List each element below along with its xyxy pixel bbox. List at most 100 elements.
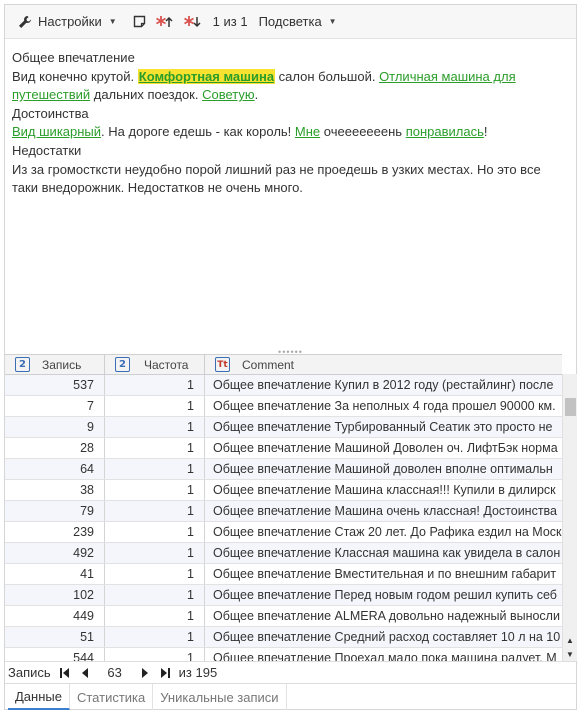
column-header-comment[interactable]: Tt Comment bbox=[205, 355, 562, 374]
paragraph: Из за громостксти неудобно порой лишний … bbox=[12, 161, 541, 196]
scroll-up-icon[interactable]: ▲ bbox=[566, 636, 574, 645]
table-row[interactable]: 449 1 Общее впечатление ALMERA довольно на… bbox=[5, 606, 562, 627]
record-id-cell[interactable]: 9 bbox=[5, 417, 105, 437]
frequency-cell[interactable]: 1 bbox=[105, 417, 205, 437]
current-record[interactable]: 63 bbox=[95, 665, 135, 680]
frequency-cell[interactable]: 1 bbox=[105, 480, 205, 500]
table-row[interactable]: 79 1 Общее впечатление Машина очень классн… bbox=[5, 501, 562, 522]
grid-body: 537 1 Общее впечатление Купил в 2012 году … bbox=[5, 375, 562, 661]
frequency-cell[interactable]: 1 bbox=[105, 522, 205, 542]
column-header-frequency[interactable]: 2 Частота bbox=[105, 355, 205, 374]
tab-statistics[interactable]: Статистика bbox=[70, 684, 154, 710]
table-row[interactable]: 7 1 Общее впечатление За неполных 4 года п… bbox=[5, 396, 562, 417]
column-header-label: Comment bbox=[242, 357, 295, 372]
text-span: . bbox=[254, 87, 259, 103]
section-heading: Достоинства bbox=[12, 105, 89, 121]
frequency-cell[interactable]: 1 bbox=[105, 543, 205, 563]
record-total: из 195 bbox=[178, 665, 218, 680]
first-page-icon[interactable] bbox=[55, 667, 75, 678]
frequency-cell[interactable]: 1 bbox=[105, 459, 205, 479]
frequency-cell[interactable]: 1 bbox=[105, 585, 205, 605]
comment-cell[interactable]: Общее впечатление Стаж 20 лет. До Рафика… bbox=[205, 522, 562, 542]
frequency-cell[interactable]: 1 bbox=[105, 375, 205, 395]
tab-data[interactable]: Данные bbox=[8, 684, 70, 710]
text-span: Вид конечно крутой. bbox=[12, 68, 138, 84]
comment-cell[interactable]: Общее впечатление Машина очень классная!… bbox=[205, 501, 562, 521]
table-row[interactable]: 492 1 Общее впечатление Классная машина ка… bbox=[5, 543, 562, 564]
comment-cell[interactable]: Общее впечатление Средний расход составл… bbox=[205, 627, 562, 647]
tab-unique-records[interactable]: Уникальные записи bbox=[153, 684, 287, 710]
text-span: ! bbox=[483, 124, 488, 140]
prev-highlight-button[interactable] bbox=[151, 10, 179, 34]
frequency-cell[interactable]: 1 bbox=[105, 627, 205, 647]
vertical-scrollbar[interactable]: ▲ ▼ bbox=[562, 374, 577, 661]
comment-cell[interactable]: Общее впечатление Проехал мало пока маши… bbox=[205, 648, 562, 661]
wrench-icon bbox=[18, 15, 32, 29]
next-highlight-button[interactable] bbox=[179, 10, 207, 34]
chevron-down-icon: ▼ bbox=[108, 17, 117, 26]
text-span: дальних поездок. bbox=[90, 87, 203, 103]
comment-cell[interactable]: Общее впечатление Купил в 2012 году (рес… bbox=[205, 375, 562, 395]
record-id-cell[interactable]: 79 bbox=[5, 501, 105, 521]
record-id-cell[interactable]: 492 bbox=[5, 543, 105, 563]
frequency-cell[interactable]: 1 bbox=[105, 648, 205, 661]
table-row[interactable]: 64 1 Общее впечатление Машиной доволен впо… bbox=[5, 459, 562, 480]
record-id-cell[interactable]: 41 bbox=[5, 564, 105, 584]
table-row[interactable]: 28 1 Общее впечатление Машиной Доволен оч.… bbox=[5, 438, 562, 459]
record-id-cell[interactable]: 102 bbox=[5, 585, 105, 605]
next-page-icon[interactable] bbox=[135, 667, 155, 678]
comment-cell[interactable]: Общее впечатление Машиной Доволен оч. Ли… bbox=[205, 438, 562, 458]
record-id-cell[interactable]: 449 bbox=[5, 606, 105, 626]
record-id-cell[interactable]: 537 bbox=[5, 375, 105, 395]
prev-page-icon[interactable] bbox=[75, 667, 95, 678]
main-window: Настройки ▼ 1 из 1 Подсветка ▼ Общее впе… bbox=[4, 4, 577, 710]
settings-button[interactable]: Настройки ▼ bbox=[13, 10, 122, 34]
comment-cell[interactable]: Общее впечатление ALMERA довольно надежн… bbox=[205, 606, 562, 626]
frequency-cell[interactable]: 1 bbox=[105, 606, 205, 626]
highlight-dropdown[interactable]: Подсветка ▼ bbox=[254, 10, 342, 34]
column-header-record[interactable]: 2 Запись bbox=[5, 355, 105, 374]
highlight-link[interactable]: Советую bbox=[202, 87, 255, 102]
table-row[interactable]: 38 1 Общее впечатление Машина классная!!! … bbox=[5, 480, 562, 501]
comment-cell[interactable]: Общее впечатление Вместительная и по вне… bbox=[205, 564, 562, 584]
table-row[interactable]: 102 1 Общее впечатление Перед новым годом … bbox=[5, 585, 562, 606]
highlight-link[interactable]: Мне bbox=[295, 124, 320, 139]
record-id-cell[interactable]: 51 bbox=[5, 627, 105, 647]
toolbar: Настройки ▼ 1 из 1 Подсветка ▼ bbox=[5, 5, 576, 39]
highlight-link[interactable]: понравилась bbox=[406, 124, 484, 139]
comment-cell[interactable]: Общее впечатление Машина классная!!! Куп… bbox=[205, 480, 562, 500]
comment-cell[interactable]: Общее впечатление За неполных 4 года про… bbox=[205, 396, 562, 416]
table-row[interactable]: 41 1 Общее впечатление Вместительная и по … bbox=[5, 564, 562, 585]
text-span: очееееееень bbox=[320, 124, 406, 140]
numeric-type-icon: 2 bbox=[115, 357, 130, 372]
scroll-down-icon[interactable]: ▼ bbox=[566, 650, 574, 659]
comment-cell[interactable]: Общее впечатление Классная машина как ув… bbox=[205, 543, 562, 563]
frequency-cell[interactable]: 1 bbox=[105, 501, 205, 521]
frequency-cell[interactable]: 1 bbox=[105, 438, 205, 458]
record-id-cell[interactable]: 64 bbox=[5, 459, 105, 479]
record-id-cell[interactable]: 7 bbox=[5, 396, 105, 416]
highlight-link[interactable]: Вид шикарный bbox=[12, 124, 101, 139]
highlight-strong[interactable]: Комфортная машина bbox=[137, 68, 276, 84]
record-id-cell[interactable]: 544 bbox=[5, 648, 105, 661]
record-id-cell[interactable]: 28 bbox=[5, 438, 105, 458]
table-row[interactable]: 544 1 Общее впечатление Проехал мало пока … bbox=[5, 648, 562, 661]
scrollbar-thumb[interactable] bbox=[565, 398, 576, 416]
table-row[interactable]: 537 1 Общее впечатление Купил в 2012 году … bbox=[5, 375, 562, 396]
table-row[interactable]: 51 1 Общее впечатление Средний расход сост… bbox=[5, 627, 562, 648]
last-page-icon[interactable] bbox=[155, 667, 175, 678]
record-id-cell[interactable]: 239 bbox=[5, 522, 105, 542]
comment-cell[interactable]: Общее впечатление Машиной доволен вполне… bbox=[205, 459, 562, 479]
table-row[interactable]: 239 1 Общее впечатление Стаж 20 лет. До Ра… bbox=[5, 522, 562, 543]
note-button[interactable] bbox=[128, 10, 151, 34]
comment-cell[interactable]: Общее впечатление Турбированный Сеатик э… bbox=[205, 417, 562, 437]
comment-cell[interactable]: Общее впечатление Перед новым годом реши… bbox=[205, 585, 562, 605]
frequency-cell[interactable]: 1 bbox=[105, 564, 205, 584]
table-row[interactable]: 9 1 Общее впечатление Турбированный Сеатик… bbox=[5, 417, 562, 438]
highlight-label: Подсветка bbox=[258, 14, 322, 29]
record-id-cell[interactable]: 38 bbox=[5, 480, 105, 500]
paragraph: Вид конечно крутой. Комфортная машина са… bbox=[12, 68, 568, 105]
text-span: салон большой. bbox=[275, 68, 380, 84]
highlight-up-icon bbox=[155, 15, 174, 29]
frequency-cell[interactable]: 1 bbox=[105, 396, 205, 416]
